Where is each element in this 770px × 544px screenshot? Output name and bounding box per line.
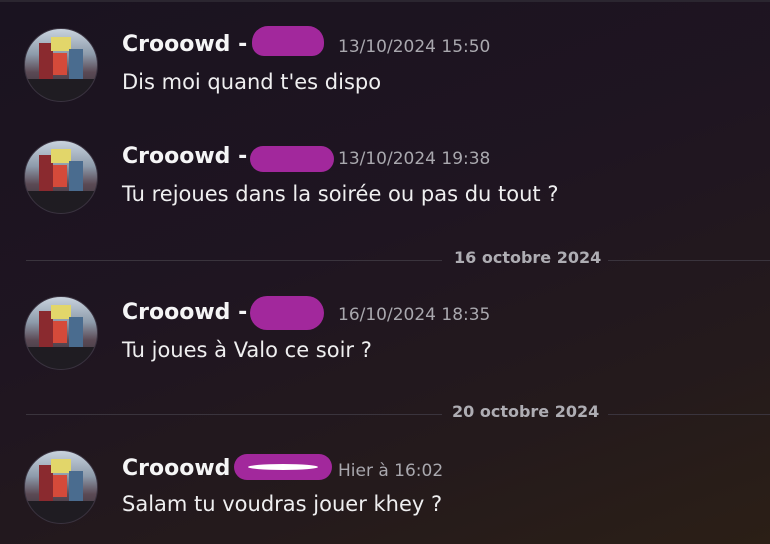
redacted-name	[234, 454, 332, 480]
message-timestamp: 16/10/2024 18:35	[338, 305, 491, 325]
message-timestamp: Hier à 16:02	[338, 461, 444, 481]
message-item[interactable]: Crooowd - 16/10/2024 18:35 Tu joues à Va…	[0, 268, 770, 370]
date-divider-label: 20 octobre 2024	[452, 402, 600, 421]
message-text: Salam tu voudras jouer khey ?	[122, 492, 443, 516]
message-text: Tu rejoues dans la soirée ou pas du tout…	[122, 182, 559, 206]
message-timestamp: 13/10/2024 19:38	[338, 149, 491, 169]
avatar[interactable]	[24, 450, 98, 524]
avatar[interactable]	[24, 28, 98, 102]
message-item[interactable]: Crooowd - 13/10/2024 19:38 Tu rejoues da…	[0, 112, 770, 214]
username[interactable]: Crooowd -	[122, 144, 247, 169]
avatar[interactable]	[24, 140, 98, 214]
date-divider-label: 16 octobre 2024	[454, 248, 602, 267]
redacted-name	[250, 146, 334, 172]
redacted-name	[250, 296, 324, 330]
date-divider: 20 octobre 2024	[26, 402, 770, 426]
message-text: Tu joues à Valo ce soir ?	[122, 338, 372, 362]
avatar[interactable]	[24, 296, 98, 370]
redacted-name	[252, 26, 324, 56]
message-timestamp: 13/10/2024 15:50	[338, 37, 491, 57]
message-text: Dis moi quand t'es dispo	[122, 70, 382, 94]
message-item[interactable]: Crooowd Hier à 16:02 Salam tu voudras jo…	[0, 424, 770, 524]
username[interactable]: Crooowd -	[122, 300, 247, 325]
username[interactable]: Crooowd -	[122, 32, 247, 57]
username[interactable]: Crooowd	[122, 456, 230, 481]
message-item[interactable]: Crooowd - 13/10/2024 15:50 Dis moi quand…	[0, 0, 770, 102]
